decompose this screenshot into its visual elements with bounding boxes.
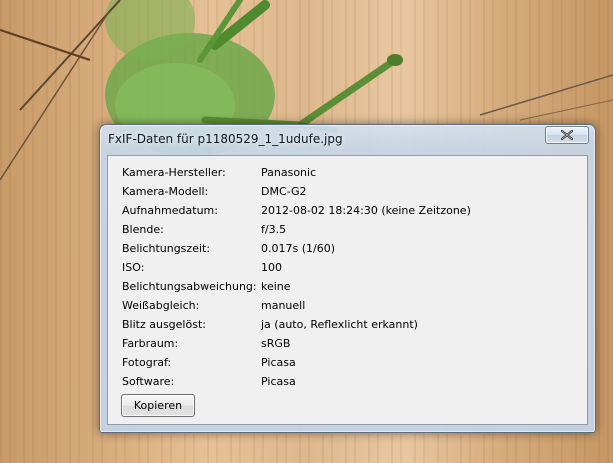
title-bar[interactable]: FxIF-Daten für p1180529_1_1udufe.jpg <box>100 125 595 151</box>
close-icon <box>560 129 574 141</box>
exif-label: Belichtungszeit: <box>122 242 211 255</box>
exif-row-aperture: Blende: f/3.5 <box>122 221 582 240</box>
exif-value: 0.017s (1/60) <box>261 242 336 255</box>
exif-label: Belichtungsabweichung: <box>122 280 257 293</box>
close-button[interactable] <box>545 126 589 144</box>
exif-label: Farbraum: <box>122 337 179 350</box>
exif-value: Picasa <box>261 356 296 369</box>
exif-value: DMC-G2 <box>261 185 307 198</box>
exif-row-date: Aufnahmedatum: 2012-08-02 18:24:30 (kein… <box>122 202 582 221</box>
exif-row-camera-make: Kamera-Hersteller: Panasonic <box>122 164 582 183</box>
exif-row-exposure-bias: Belichtungsabweichung: keine <box>122 278 582 297</box>
exif-row-color-space: Farbraum: sRGB <box>122 335 582 354</box>
exif-panel: Kamera-Hersteller: Panasonic Kamera-Mode… <box>107 155 588 425</box>
exif-value: 100 <box>261 261 282 274</box>
exif-row-software: Software: Picasa <box>122 373 582 392</box>
exif-value: Panasonic <box>261 166 317 179</box>
exif-label: Kamera-Modell: <box>122 185 209 198</box>
exif-label: Weißabgleich: <box>122 299 200 312</box>
exif-row-camera-model: Kamera-Modell: DMC-G2 <box>122 183 582 202</box>
exif-label: Blitz ausgelöst: <box>122 318 206 331</box>
exif-row-photographer: Fotograf: Picasa <box>122 354 582 373</box>
exif-row-flash: Blitz ausgelöst: ja (auto, Reflexlicht e… <box>122 316 582 335</box>
exif-value: keine <box>261 280 291 293</box>
exif-row-exposure-time: Belichtungszeit: 0.017s (1/60) <box>122 240 582 259</box>
exif-label: Software: <box>122 375 175 388</box>
exif-label: Kamera-Hersteller: <box>122 166 226 179</box>
exif-label: Aufnahmedatum: <box>122 204 218 217</box>
exif-dialog: FxIF-Daten für p1180529_1_1udufe.jpg Kam… <box>99 124 596 433</box>
exif-value: sRGB <box>261 337 291 350</box>
exif-value: Picasa <box>261 375 296 388</box>
exif-label: Fotograf: <box>122 356 172 369</box>
copy-button[interactable]: Kopieren <box>121 394 195 417</box>
exif-label: ISO: <box>122 261 145 274</box>
exif-value: manuell <box>261 299 306 312</box>
exif-row-white-balance: Weißabgleich: manuell <box>122 297 582 316</box>
exif-label: Blende: <box>122 223 164 236</box>
exif-value: f/3.5 <box>261 223 287 236</box>
exif-value: ja (auto, Reflexlicht erkannt) <box>261 318 418 331</box>
window-title: FxIF-Daten für p1180529_1_1udufe.jpg <box>108 132 343 146</box>
exif-value: 2012-08-02 18:24:30 (keine Zeitzone) <box>261 204 471 217</box>
exif-row-iso: ISO: 100 <box>122 259 582 278</box>
